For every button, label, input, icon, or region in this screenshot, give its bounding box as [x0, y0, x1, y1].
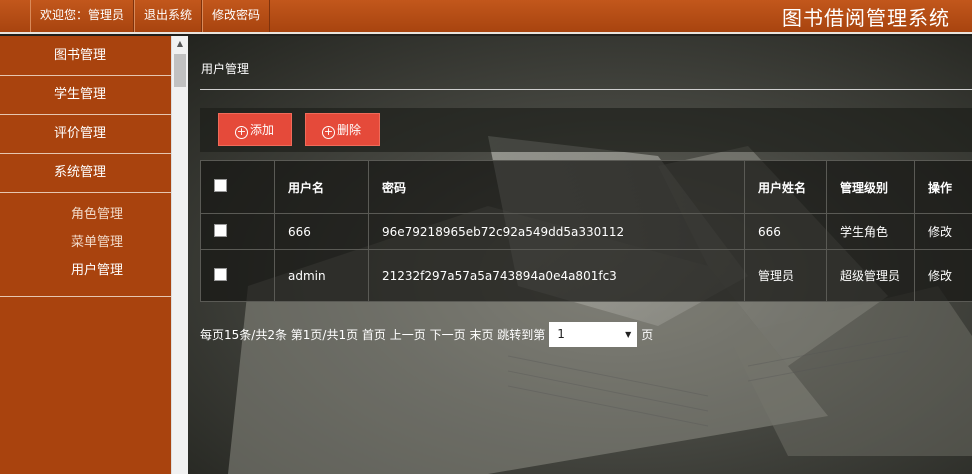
sidebar-item-books[interactable]: 图书管理: [0, 36, 171, 76]
select-all-cell: [200, 160, 275, 214]
column-header-username: 用户名: [274, 160, 369, 214]
plus-circle-icon: +: [235, 125, 248, 139]
edit-link[interactable]: 修改: [914, 249, 972, 302]
page-title: 用户管理: [201, 62, 250, 76]
scrollbar-thumb[interactable]: [174, 54, 186, 87]
delete-button[interactable]: + 删除: [305, 113, 380, 146]
welcome-text: 欢迎您：管理员: [30, 0, 135, 32]
row-select-cell: [200, 213, 275, 250]
sidebar: 图书管理 学生管理 评价管理 系统管理 角色管理 菜单管理 用户管理: [0, 36, 171, 474]
next-page-link[interactable]: 下一页: [430, 326, 466, 343]
sidebar-subitem-users[interactable]: 用户管理: [0, 257, 171, 285]
top-nav: 欢迎您：管理员 退出系统 修改密码: [30, 0, 271, 32]
cell-password: 21232f297a57a5a743894a0e4a801fc3: [368, 249, 745, 302]
column-header-password: 密码: [368, 160, 745, 214]
add-button-label: 添加: [250, 123, 275, 137]
sidebar-item-system[interactable]: 系统管理: [0, 154, 171, 193]
sidebar-subitem-roles[interactable]: 角色管理: [0, 201, 171, 229]
cell-level: 超级管理员: [826, 249, 915, 302]
table-row: 666 96e79218965eb72c92a549dd5a330112 666…: [200, 213, 972, 250]
pagination-summary: 每页15条/共2条 第1页/共1页: [200, 328, 359, 342]
pagination: 每页15条/共2条 第1页/共1页 首页 上一页 下一页 末页 跳转到第 1 ▼ …: [200, 322, 653, 347]
plus-circle-icon: +: [322, 125, 335, 139]
first-page-link[interactable]: 首页: [362, 326, 386, 343]
logout-link[interactable]: 退出系统: [134, 0, 203, 32]
row-select-cell: [200, 249, 275, 302]
toolbar: + 添加 + 删除: [200, 108, 972, 152]
page-select[interactable]: 1 ▼: [549, 322, 638, 347]
row-checkbox[interactable]: [214, 267, 227, 281]
sidebar-submenu-system: 角色管理 菜单管理 用户管理: [0, 193, 171, 297]
top-bar: 欢迎您：管理员 退出系统 修改密码 图书借阅管理系统: [0, 0, 972, 34]
prev-page-link[interactable]: 上一页: [390, 326, 426, 343]
scroll-up-arrow-icon[interactable]: ▲: [172, 36, 188, 52]
add-button[interactable]: + 添加: [218, 113, 292, 146]
column-header-level: 管理级别: [826, 160, 915, 214]
app-title: 图书借阅管理系统: [782, 6, 950, 30]
sidebar-item-reviews[interactable]: 评价管理: [0, 115, 171, 154]
title-divider: [200, 89, 972, 90]
sidebar-scrollbar[interactable]: ▲: [171, 36, 188, 474]
cell-name: 管理员: [744, 249, 827, 302]
page-select-value: 1: [557, 327, 565, 341]
sidebar-item-students[interactable]: 学生管理: [0, 76, 171, 115]
table-header-row: 用户名 密码 用户姓名 管理级别 操作: [200, 160, 972, 214]
cell-level: 学生角色: [826, 213, 915, 250]
last-page-link[interactable]: 末页: [469, 326, 493, 343]
cell-username: admin: [274, 249, 369, 302]
sidebar-subitem-menus[interactable]: 菜单管理: [0, 229, 171, 257]
page-suffix: 页: [641, 328, 654, 342]
delete-button-label: 删除: [337, 123, 362, 137]
cell-password: 96e79218965eb72c92a549dd5a330112: [368, 213, 745, 250]
chevron-down-icon: ▼: [625, 330, 632, 339]
column-header-name: 用户姓名: [744, 160, 827, 214]
row-checkbox[interactable]: [214, 223, 227, 237]
column-header-action: 操作: [914, 160, 972, 214]
main-content: 用户管理 + 添加 + 删除 用户名 密码 用户姓名 管理级别 操作 666 96e…: [188, 36, 972, 474]
jump-label: 跳转到第: [497, 328, 546, 342]
edit-link[interactable]: 修改: [914, 213, 972, 250]
user-table: 用户名 密码 用户姓名 管理级别 操作 666 96e79218965eb72c…: [200, 160, 972, 302]
select-all-checkbox[interactable]: [214, 179, 227, 192]
change-password-link[interactable]: 修改密码: [202, 0, 271, 32]
table-row: admin 21232f297a57a5a743894a0e4a801fc3 管…: [200, 249, 972, 302]
cell-name: 666: [744, 213, 827, 250]
cell-username: 666: [274, 213, 369, 250]
